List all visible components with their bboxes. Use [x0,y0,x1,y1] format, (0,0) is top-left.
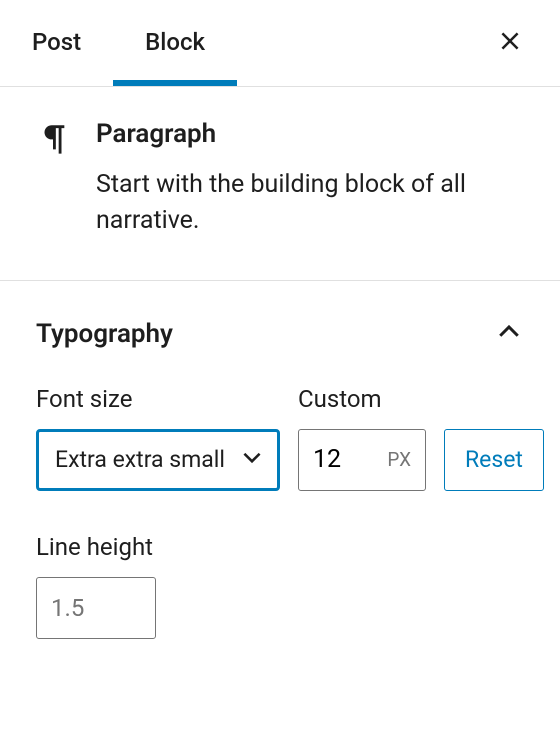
close-button[interactable] [490,23,530,63]
reset-group: Reset [444,429,544,491]
font-size-selected-value: Extra extra small [55,446,225,473]
line-height-input[interactable] [51,594,141,622]
line-height-group: Line height [36,533,524,639]
font-size-select[interactable]: Extra extra small [36,429,280,491]
font-size-controls: Font size Extra extra small Custom PX Re… [36,385,524,491]
reset-button[interactable]: Reset [444,429,544,491]
paragraph-icon [36,119,72,240]
inspector-tabs-row: Post Block [0,0,560,87]
chevron-up-icon [494,317,524,351]
tab-block[interactable]: Block [113,0,237,86]
tab-post[interactable]: Post [0,0,113,86]
custom-size-input[interactable] [313,445,365,474]
font-size-label: Font size [36,385,280,413]
block-info: Paragraph Start with the building block … [0,87,560,281]
block-description: Start with the building block of all nar… [96,167,524,240]
typography-panel: Typography Font size Extra extra small C… [0,281,560,679]
close-icon [497,28,523,58]
line-height-input-wrap[interactable] [36,577,156,639]
block-title: Paragraph [96,119,524,149]
custom-size-input-wrap[interactable]: PX [298,429,426,491]
inspector-tabs: Post Block [0,0,490,86]
font-size-group: Font size Extra extra small [36,385,280,491]
custom-size-label: Custom [298,385,426,413]
chevron-down-icon [239,444,265,476]
custom-size-unit: PX [387,448,411,471]
typography-panel-title: Typography [36,319,173,349]
typography-panel-toggle[interactable]: Typography [36,307,524,385]
block-info-text: Paragraph Start with the building block … [96,119,524,240]
line-height-label: Line height [36,533,524,561]
custom-size-group: Custom PX [298,385,426,491]
